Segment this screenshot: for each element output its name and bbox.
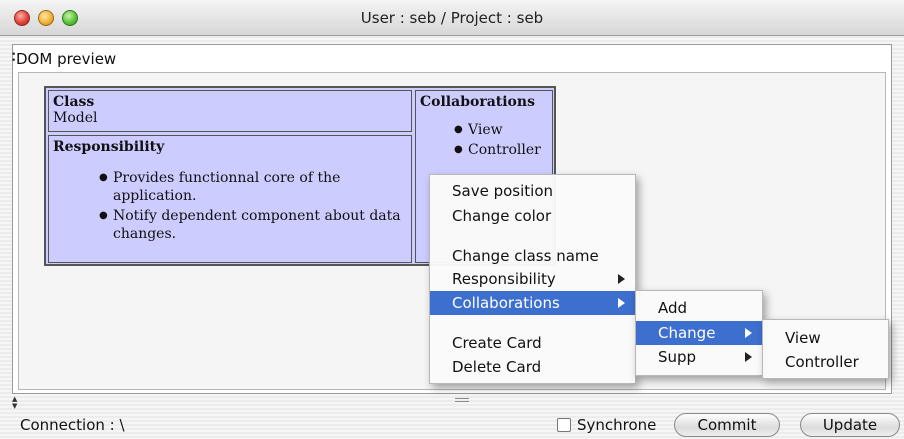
collaborations-list: View Controller: [454, 120, 548, 160]
menu-item-supp[interactable]: Supp: [636, 345, 762, 369]
menu-item-responsibility[interactable]: Responsibility: [430, 267, 635, 291]
responsibility-header: Responsibility: [53, 139, 165, 155]
collaboration-item: Controller: [454, 140, 548, 160]
menu-item-label: Change color: [452, 207, 552, 225]
submenu-arrow-icon: [745, 352, 752, 362]
collaboration-item: View: [454, 120, 548, 140]
responsibility-item: Notify dependent component about data ch…: [99, 207, 407, 243]
pane-label: DOM preview: [16, 50, 117, 68]
menu-item-label: Supp: [658, 348, 697, 366]
scroll-arrows-icon[interactable]: ▲ ▼: [12, 396, 24, 410]
menu-item-label: Controller: [785, 353, 859, 371]
synchrone-checkbox[interactable]: [557, 418, 571, 432]
menu-item-delete-card[interactable]: Delete Card: [430, 355, 635, 379]
menu-item-controller[interactable]: Controller: [763, 350, 888, 374]
pane-grip-icon[interactable]: • •: [11, 51, 16, 66]
card-responsibility-cell[interactable]: Responsibility Provides functionnal core…: [48, 135, 412, 263]
submenu-arrow-icon: [618, 298, 625, 308]
class-header: Class: [53, 94, 95, 110]
menu-item-label: Responsibility: [452, 270, 556, 288]
menu-item-view[interactable]: View: [763, 326, 888, 350]
splitter-handle[interactable]: [455, 398, 469, 402]
menu-item-label: Change: [658, 324, 716, 342]
menu-item-label: View: [785, 329, 821, 347]
menu-item-label: Collaborations: [452, 294, 560, 312]
responsibility-list: Provides functionnal core of the applica…: [99, 169, 407, 243]
commit-button[interactable]: Commit: [674, 413, 780, 437]
menu-item-label: Create Card: [452, 334, 542, 352]
menu-item-save-position[interactable]: Save position: [430, 179, 635, 203]
class-name: Model: [53, 110, 98, 126]
menu-item-create-card[interactable]: Create Card: [430, 331, 635, 355]
menu-item-add[interactable]: Add: [636, 296, 762, 320]
menu-item-label: Add: [658, 299, 688, 317]
menu-item-change-color[interactable]: Change color: [430, 204, 635, 228]
change-submenu: View Controller: [762, 319, 889, 379]
window-title: User : seb / Project : seb: [360, 9, 544, 27]
submenu-arrow-icon: [618, 274, 625, 284]
card-class-cell[interactable]: Class Model: [48, 90, 412, 132]
title-bar: User : seb / Project : seb: [0, 0, 904, 36]
menu-item-label: Save position: [452, 182, 554, 200]
update-button[interactable]: Update: [800, 413, 900, 437]
app-window: User : seb / Project : seb • • DOM previe…: [0, 0, 904, 439]
context-menu: Save position Change color Change class …: [429, 174, 636, 384]
connection-status: Connection : \: [20, 416, 125, 434]
menu-item-label: Change class name: [452, 247, 599, 265]
collaborations-submenu: Add Change Supp: [635, 290, 763, 376]
menu-item-change[interactable]: Change: [636, 321, 762, 345]
responsibility-item: Provides functionnal core of the applica…: [99, 169, 407, 205]
menu-item-label: Delete Card: [452, 358, 542, 376]
menu-item-collaborations[interactable]: Collaborations: [430, 291, 635, 315]
collaborations-header: Collaborations: [420, 94, 535, 110]
submenu-arrow-icon: [745, 328, 752, 338]
menu-item-change-class-name[interactable]: Change class name: [430, 244, 635, 268]
synchrone-label[interactable]: Synchrone: [577, 416, 656, 434]
